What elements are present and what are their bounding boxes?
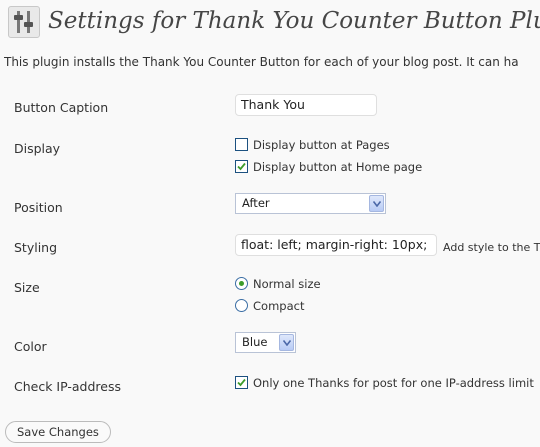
radio-selected-dot <box>239 281 244 286</box>
button-caption-label: Button Caption <box>14 100 109 115</box>
display-pages-checkbox[interactable] <box>235 138 248 151</box>
page-header: Settings for Thank You Counter Button Pl… <box>0 0 540 44</box>
color-select[interactable]: Blue <box>235 332 296 353</box>
ip-limit-checkbox[interactable] <box>235 376 248 389</box>
size-normal-radio[interactable] <box>235 277 248 290</box>
size-compact-label: Compact <box>253 299 305 313</box>
styling-hint: Add style to the T <box>443 241 540 254</box>
chevron-down-icon[interactable] <box>369 195 384 212</box>
display-home-checkbox[interactable] <box>235 160 248 173</box>
size-normal-label: Normal size <box>253 277 321 291</box>
display-label: Display <box>14 141 61 156</box>
color-label: Color <box>14 339 47 354</box>
position-select-value: After <box>242 196 270 210</box>
styling-input[interactable]: float: left; margin-right: 10px; <box>235 234 437 256</box>
size-label: Size <box>14 280 40 295</box>
button-caption-input[interactable]: Thank You <box>235 94 377 116</box>
position-label: Position <box>14 200 63 215</box>
intro-text: This plugin installs the Thank You Count… <box>4 55 519 69</box>
display-home-label: Display button at Home page <box>253 160 423 174</box>
checkmark-icon <box>237 162 246 171</box>
styling-label: Styling <box>14 240 58 255</box>
color-select-value: Blue <box>242 335 268 349</box>
ip-limit-label: Only one Thanks for post for one IP-addr… <box>253 376 534 390</box>
checkmark-icon <box>237 378 246 387</box>
settings-sliders-icon <box>8 6 40 38</box>
display-pages-label: Display button at Pages <box>253 138 390 152</box>
save-changes-button[interactable]: Save Changes <box>5 421 111 443</box>
chevron-down-icon[interactable] <box>279 334 294 351</box>
check-ip-label: Check IP-address <box>14 379 121 394</box>
size-compact-radio[interactable] <box>235 299 248 312</box>
page-title: Settings for Thank You Counter Button Pl… <box>48 8 540 34</box>
position-select[interactable]: After <box>235 193 386 214</box>
